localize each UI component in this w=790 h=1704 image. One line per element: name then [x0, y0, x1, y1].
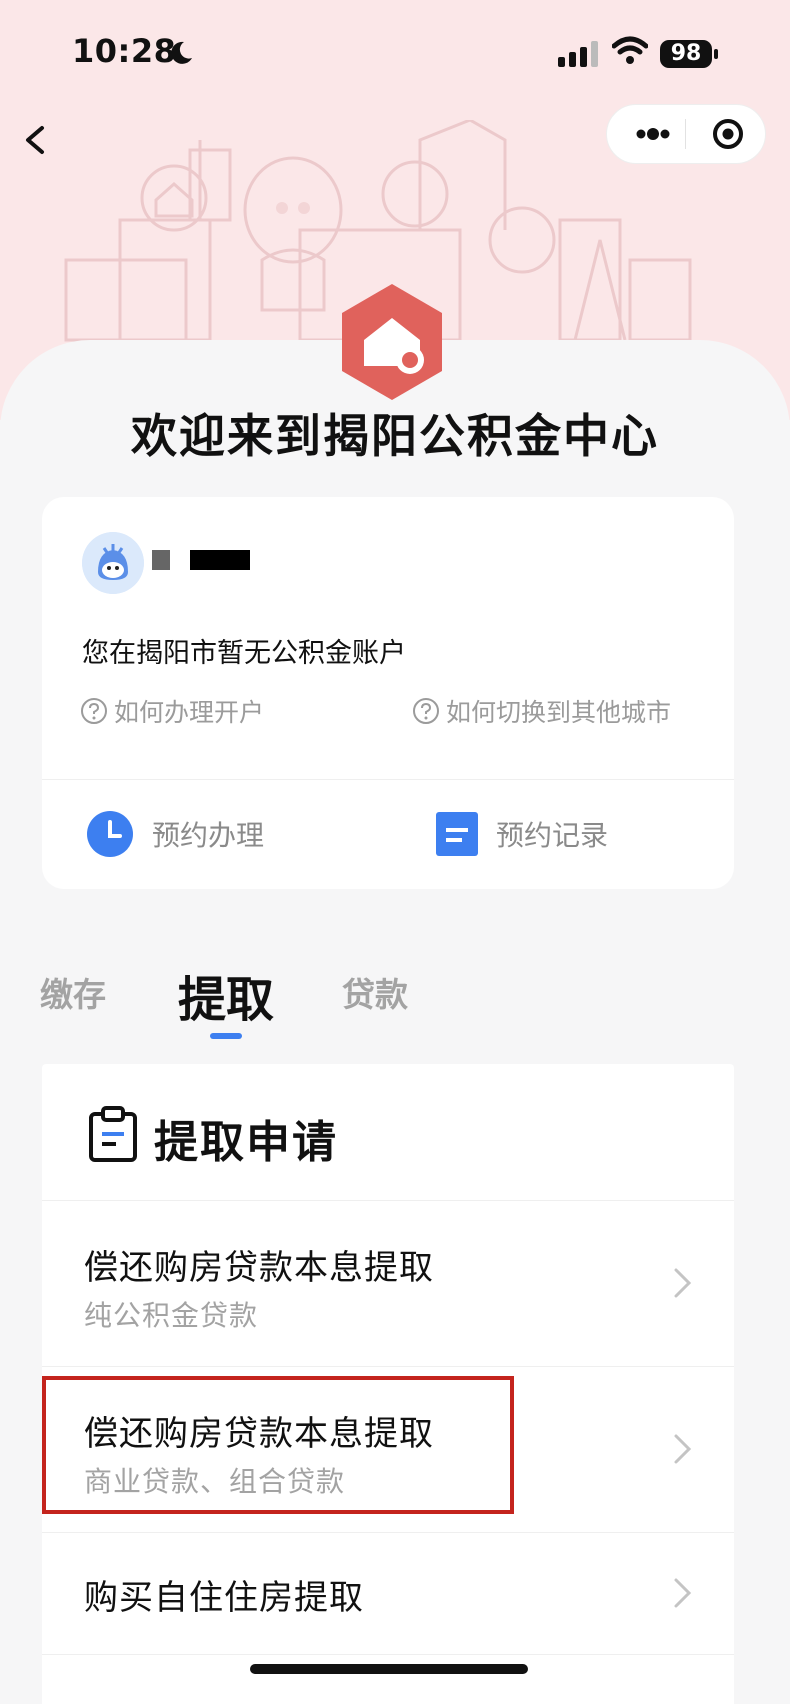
- moon-icon: [171, 41, 192, 64]
- clock-icon: [87, 811, 133, 857]
- help-switch-city-label: 如何切换到其他城市: [446, 698, 672, 727]
- account-card: 您在揭阳市暂无公积金账户 如何办理开户 如何切换到其他城市 预约办理 预约记录: [42, 497, 734, 889]
- home-indicator: [250, 1664, 528, 1674]
- chevron-right-icon: [674, 1578, 692, 1608]
- tab-withdraw[interactable]: 提取: [178, 960, 274, 1030]
- status-bar: 10:28 98: [0, 0, 790, 110]
- list-item[interactable]: 偿还购房贷款本息提取 纯公积金贷款: [42, 1200, 734, 1367]
- help-switch-city[interactable]: 如何切换到其他城市: [412, 693, 671, 729]
- appointment-records-label: 预约记录: [496, 819, 609, 852]
- wifi-icon: [612, 36, 648, 64]
- appointment-records-button[interactable]: 预约记录: [436, 810, 608, 858]
- list-item-title: 偿还购房贷款本息提取: [84, 1248, 434, 1288]
- panel-title: 提取申请: [154, 1117, 338, 1168]
- appointment-button[interactable]: 预约办理: [86, 810, 264, 858]
- status-time: 10:28: [72, 32, 177, 70]
- housing-fund-logo: [342, 284, 442, 400]
- question-circle-icon: [81, 698, 107, 724]
- more-icon[interactable]: [635, 120, 671, 148]
- tab-loan[interactable]: 贷款: [342, 968, 408, 1016]
- highlight-box: [42, 1376, 514, 1514]
- cellular-signal-icon: [558, 41, 598, 67]
- active-tab-indicator: [210, 1033, 242, 1039]
- clipboard-icon: [89, 1106, 137, 1162]
- masked-name-part: [190, 550, 250, 570]
- battery-indicator: 98: [660, 40, 712, 68]
- mini-program-capsule: [606, 104, 766, 164]
- avatar: [82, 532, 144, 594]
- close-mini-program-icon[interactable]: [711, 117, 745, 151]
- list-item[interactable]: 购买自住住房提取: [42, 1532, 734, 1655]
- chevron-right-icon: [674, 1268, 692, 1298]
- help-open-account[interactable]: 如何办理开户: [80, 693, 264, 729]
- battery-tip: [714, 49, 718, 59]
- back-arrow-icon[interactable]: [14, 120, 54, 160]
- tab-deposit[interactable]: 缴存: [40, 968, 106, 1016]
- service-tabs: 缴存 提取 贷款: [0, 960, 790, 1040]
- list-item-title: 购买自住住房提取: [84, 1578, 364, 1618]
- appointment-label: 预约办理: [152, 819, 265, 852]
- capsule-divider: [685, 119, 686, 149]
- question-circle-icon: [413, 698, 439, 724]
- chevron-right-icon: [674, 1434, 692, 1464]
- document-icon: [436, 812, 478, 856]
- no-account-text: 您在揭阳市暂无公积金账户: [82, 638, 406, 669]
- card-divider: [42, 779, 734, 780]
- help-open-account-label: 如何办理开户: [114, 698, 265, 727]
- panel-header: 提取申请: [42, 1064, 734, 1201]
- welcome-title: 欢迎来到揭阳公积金中心: [131, 409, 659, 463]
- list-item-subtitle: 纯公积金贷款: [84, 1299, 259, 1332]
- masked-name-part: [152, 550, 170, 570]
